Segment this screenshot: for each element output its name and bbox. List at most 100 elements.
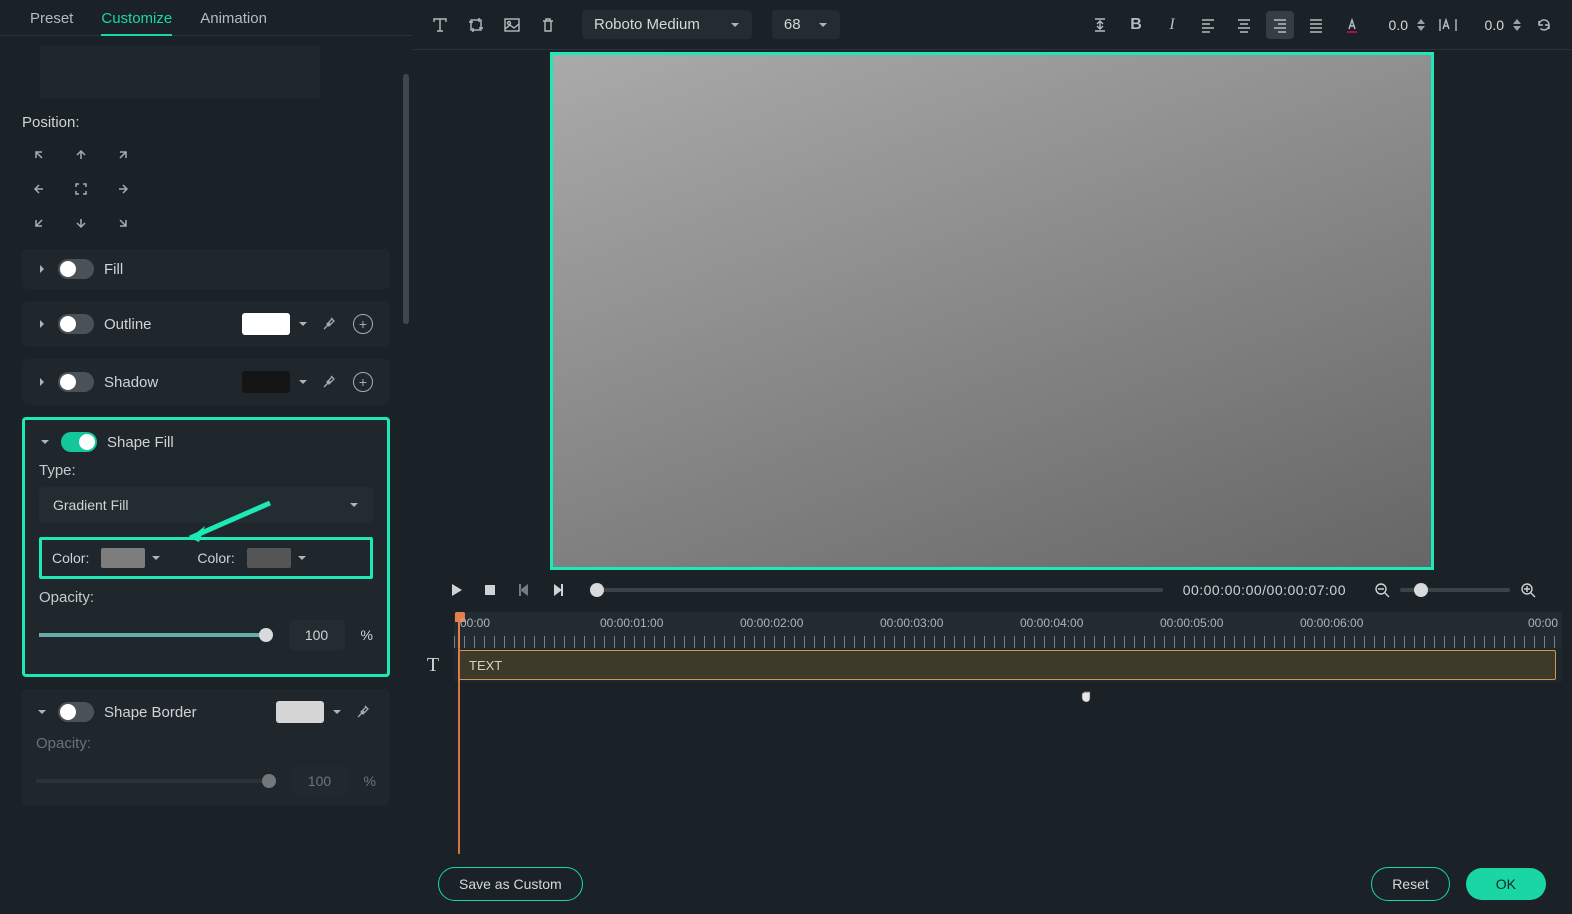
- line-height-icon[interactable]: [1086, 11, 1114, 39]
- pos-top-left-icon[interactable]: [24, 141, 54, 169]
- align-left-icon[interactable]: [1194, 11, 1222, 39]
- chevron-right-icon[interactable]: [36, 318, 48, 330]
- add-outline-button[interactable]: +: [350, 311, 376, 337]
- footer: Save as Custom Reset OK: [412, 854, 1572, 914]
- tab-customize[interactable]: Customize: [101, 10, 172, 36]
- toggle-outline[interactable]: [58, 314, 94, 334]
- chevron-right-icon[interactable]: [36, 263, 48, 275]
- chevron-down-icon[interactable]: [151, 553, 161, 563]
- ruler-mark: 00:00:02:00: [740, 616, 803, 630]
- pos-bottom-icon[interactable]: [66, 209, 96, 237]
- crop-icon[interactable]: [462, 11, 490, 39]
- tab-animation[interactable]: Animation: [200, 10, 267, 27]
- border-color-swatch[interactable]: [276, 701, 324, 723]
- zoom-in-icon[interactable]: [1516, 578, 1540, 602]
- chevron-down-icon[interactable]: [36, 706, 48, 718]
- align-justify-icon[interactable]: [1302, 11, 1330, 39]
- bold-icon[interactable]: B: [1122, 11, 1150, 39]
- toggle-shape-fill[interactable]: [61, 432, 97, 452]
- canvas[interactable]: [550, 52, 1434, 570]
- opacity-value[interactable]: 100: [289, 620, 345, 650]
- gradient-color-2[interactable]: [247, 548, 307, 568]
- toggle-fill[interactable]: [58, 259, 94, 279]
- chevron-down-icon: [349, 500, 359, 510]
- text-clip[interactable]: TEXT: [458, 650, 1556, 680]
- align-right-icon[interactable]: [1266, 11, 1294, 39]
- reset-button[interactable]: Reset: [1371, 867, 1450, 901]
- timeline-ruler[interactable]: 00:00 00:00:01:00 00:00:02:00 00:00:03:0…: [454, 612, 1562, 648]
- gradient-color-1[interactable]: [101, 548, 161, 568]
- pos-bottom-left-icon[interactable]: [24, 209, 54, 237]
- letter-spacing-stepper[interactable]: [1512, 18, 1522, 32]
- transform-icon[interactable]: [426, 11, 454, 39]
- tab-preset[interactable]: Preset: [30, 10, 73, 27]
- section-shape-border: Shape Border Opacity: 100 %: [22, 689, 390, 806]
- playhead-line[interactable]: [458, 612, 460, 854]
- save-as-custom-button[interactable]: Save as Custom: [438, 867, 583, 901]
- inspector-scroll[interactable]: Position: Fill Outline: [0, 36, 412, 914]
- pos-right-icon[interactable]: [108, 175, 138, 203]
- letter-spacing-value[interactable]: 0.0: [1470, 17, 1504, 33]
- image-icon[interactable]: [498, 11, 526, 39]
- section-outline: Outline +: [22, 301, 390, 347]
- text-color-icon[interactable]: [1338, 11, 1366, 39]
- italic-icon[interactable]: I: [1158, 11, 1186, 39]
- pos-bottom-right-icon[interactable]: [108, 209, 138, 237]
- position-grid: [24, 141, 390, 237]
- scrollbar-thumb[interactable]: [403, 74, 409, 324]
- ok-button[interactable]: OK: [1466, 868, 1546, 900]
- refresh-icon[interactable]: [1530, 11, 1558, 39]
- chevron-down-icon[interactable]: [332, 707, 342, 717]
- border-opacity-label: Opacity:: [36, 735, 376, 752]
- pos-top-icon[interactable]: [66, 141, 96, 169]
- type-label: Type:: [39, 462, 373, 479]
- section-shape-fill: Shape Fill Type: Gradient Fill Color: Co…: [22, 417, 390, 677]
- eyedropper-icon[interactable]: [316, 311, 342, 337]
- zoom-slider[interactable]: [1400, 588, 1510, 592]
- stop-icon[interactable]: [478, 578, 502, 602]
- fill-type-select[interactable]: Gradient Fill: [39, 487, 373, 523]
- text-track-icon[interactable]: T: [412, 648, 454, 682]
- opacity-slider[interactable]: [39, 633, 273, 637]
- chevron-down-icon[interactable]: [298, 377, 308, 387]
- eyedropper-icon[interactable]: [316, 369, 342, 395]
- opacity-unit: %: [361, 627, 373, 643]
- align-center-h-icon[interactable]: [1230, 11, 1258, 39]
- playback-progress[interactable]: [590, 588, 1163, 592]
- shadow-color-swatch[interactable]: [242, 371, 290, 393]
- kerning-icon[interactable]: [1434, 11, 1462, 39]
- font-family-value: Roboto Medium: [594, 16, 700, 33]
- pos-center-icon[interactable]: [66, 175, 96, 203]
- font-family-select[interactable]: Roboto Medium: [582, 10, 752, 39]
- line-height-stepper[interactable]: [1416, 18, 1426, 32]
- toggle-shadow[interactable]: [58, 372, 94, 392]
- delete-icon[interactable]: [534, 11, 562, 39]
- next-frame-icon[interactable]: [546, 578, 570, 602]
- chevron-down-icon: [730, 20, 740, 30]
- ruler-mark: 00:00:06:00: [1300, 616, 1363, 630]
- timeline: 00:00 00:00:01:00 00:00:02:00 00:00:03:0…: [412, 612, 1572, 854]
- fill-label: Fill: [104, 261, 123, 278]
- toggle-shape-border[interactable]: [58, 702, 94, 722]
- play-icon[interactable]: [444, 578, 468, 602]
- ruler-mark: 00:00:01:00: [600, 616, 663, 630]
- chevron-down-icon[interactable]: [39, 436, 51, 448]
- pos-left-icon[interactable]: [24, 175, 54, 203]
- chevron-down-icon[interactable]: [297, 553, 307, 563]
- track-body[interactable]: TEXT: [454, 648, 1562, 682]
- outline-color-swatch[interactable]: [242, 313, 290, 335]
- section-shadow: Shadow +: [22, 359, 390, 405]
- pos-top-right-icon[interactable]: [108, 141, 138, 169]
- zoom-out-icon[interactable]: [1370, 578, 1394, 602]
- font-size-select[interactable]: 68: [772, 10, 840, 39]
- add-shadow-button[interactable]: +: [350, 369, 376, 395]
- eyedropper-icon[interactable]: [350, 699, 376, 725]
- chevron-right-icon[interactable]: [36, 376, 48, 388]
- ruler-mark: 00:00:05:00: [1160, 616, 1223, 630]
- prev-frame-icon[interactable]: [512, 578, 536, 602]
- shape-border-label: Shape Border: [104, 704, 197, 721]
- line-height-value[interactable]: 0.0: [1374, 17, 1408, 33]
- shadow-label: Shadow: [104, 374, 158, 391]
- outline-label: Outline: [104, 316, 152, 333]
- chevron-down-icon[interactable]: [298, 319, 308, 329]
